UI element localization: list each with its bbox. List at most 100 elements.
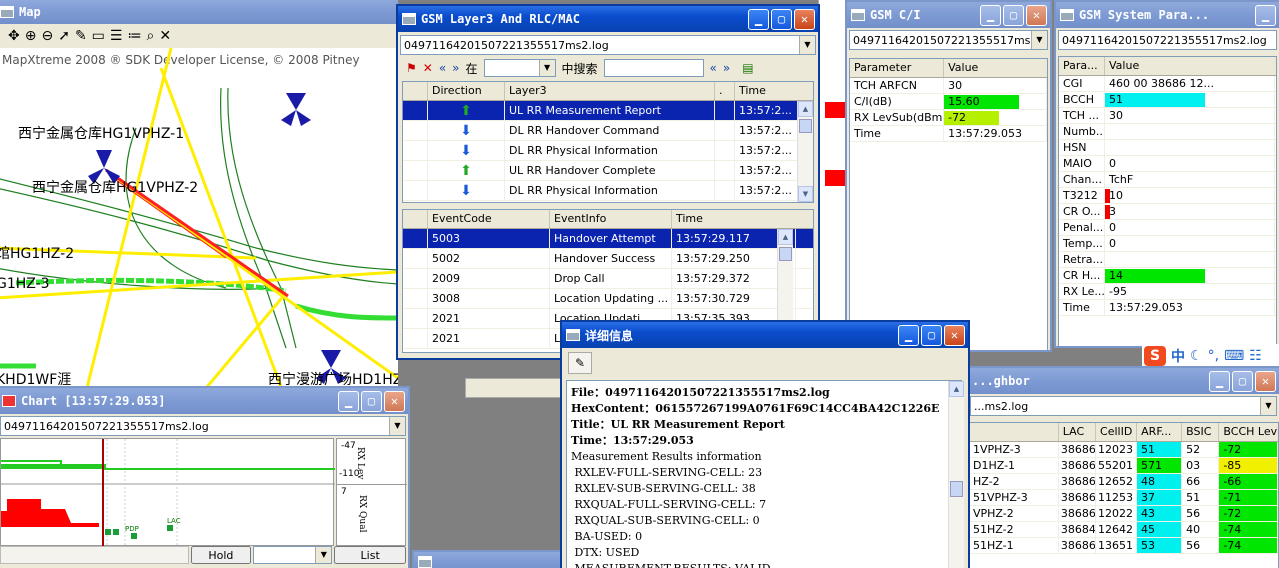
find-icon[interactable]: ⌕	[146, 28, 154, 44]
chart-plot[interactable]: PDP LAC	[1, 439, 335, 547]
col-event-time[interactable]: Time	[672, 210, 796, 228]
zoom-in-icon[interactable]: ⊕	[25, 28, 37, 44]
table-row[interactable]: CGI 460 00 38686 12...	[1059, 76, 1276, 92]
event-marker-icon[interactable]	[113, 529, 119, 535]
detail-titlebar[interactable]: 详细信息 ▁ ▢ ✕	[562, 322, 968, 348]
col-bcch-lev[interactable]: BCCH Lev	[1219, 423, 1278, 441]
chevron-down-icon[interactable]: ▼	[538, 60, 555, 76]
table-row[interactable]: 51HZ-1 38686 13651 53 56 -74	[969, 538, 1278, 554]
chevron-down-icon[interactable]: ▼	[1031, 31, 1047, 49]
table-row[interactable]: ⬆ UL RR Handover Complete 13:57:2...	[403, 161, 813, 181]
col-lac[interactable]: LAC	[1059, 423, 1097, 441]
chevron-down-icon[interactable]: ▼	[389, 417, 405, 435]
table-row[interactable]: RX LevSub(dBm) -72	[850, 110, 1047, 126]
scroll-thumb[interactable]	[779, 247, 792, 261]
col-bsic[interactable]: BSIC	[1182, 423, 1220, 441]
minimize-button[interactable]: ▁	[980, 4, 1001, 26]
layer3-titlebar[interactable]: GSM Layer3 And RLC/MAC ▁ ▢ ✕	[398, 6, 818, 32]
maximize-button[interactable]: ▢	[361, 390, 382, 412]
table-row[interactable]: HZ-2 38686 12652 48 66 -66	[969, 474, 1278, 490]
table-row[interactable]: ⬇ DL RR Physical Information 13:57:2...	[403, 141, 813, 161]
scroll-up-icon[interactable]: ▲	[778, 229, 793, 245]
chevron-down-icon[interactable]: ▼	[1260, 397, 1276, 415]
close-button[interactable]: ✕	[944, 324, 965, 346]
table-row[interactable]: 3008 Location Updating ... 13:57:30.729	[403, 289, 813, 309]
col-parameter[interactable]: Parameter	[850, 59, 945, 77]
pin-icon[interactable]: ✎	[568, 352, 592, 374]
table-row[interactable]: VPHZ-2 38686 12022 43 56 -72	[969, 506, 1278, 522]
search-input[interactable]	[603, 59, 704, 77]
table-row[interactable]: ⬇ DL RR Physical Information 13:57:2...	[403, 181, 813, 201]
chart-hscroll[interactable]	[0, 546, 190, 564]
sysparam-titlebar[interactable]: GSM System Para... ▁	[1056, 2, 1279, 28]
detail-scrollbar[interactable]: ▲	[948, 381, 964, 568]
table-row[interactable]: Time 13:57:29.053	[850, 126, 1047, 142]
col-value[interactable]: Value	[944, 59, 1047, 77]
scroll-up-icon[interactable]: ▲	[949, 381, 964, 397]
table-row[interactable]: CR H... 14	[1059, 268, 1276, 284]
table-row[interactable]: C/I(dB) 15.60	[850, 94, 1047, 110]
table-row[interactable]: TCH ARFCN 30	[850, 78, 1047, 94]
menu-icon[interactable]: ☷	[1249, 348, 1262, 364]
col-value[interactable]: Value	[1105, 57, 1275, 75]
table-row[interactable]: D1HZ-1 38686 55201 571 03 -85	[969, 458, 1278, 474]
table-row[interactable]: Chan... TchF	[1059, 172, 1276, 188]
clear-icon[interactable]: ✕	[159, 28, 171, 44]
map-titlebar[interactable]: Map	[0, 0, 398, 24]
maximize-button[interactable]: ▢	[921, 324, 942, 346]
search-prev-icon[interactable]: «	[710, 61, 717, 75]
table-row[interactable]: 2009 Drop Call 13:57:29.372	[403, 269, 813, 289]
select-arrow-icon[interactable]: ➚	[58, 28, 70, 44]
maximize-button[interactable]: ▢	[771, 8, 792, 30]
next-icon[interactable]: »	[452, 61, 459, 75]
table-row[interactable]: 5002 Handover Success 13:57:29.250	[403, 249, 813, 269]
event-marker-icon[interactable]	[105, 529, 111, 535]
col-event-info[interactable]: EventInfo	[550, 210, 672, 228]
chevron-down-icon[interactable]: ▼	[799, 36, 815, 54]
scroll-thumb[interactable]	[950, 481, 963, 497]
col-param[interactable]: Para...	[1059, 57, 1105, 75]
col-layer3[interactable]: Layer3	[505, 82, 715, 100]
chevron-down-icon[interactable]: ▼	[315, 547, 332, 563]
prev-icon[interactable]: «	[439, 61, 446, 75]
chart-titlebar[interactable]: Chart [13:57:29.053] ▁ ▢ ✕	[0, 388, 408, 414]
open-folder-icon[interactable]: ▭	[92, 28, 105, 44]
scroll-down-icon[interactable]: ▼	[798, 186, 813, 202]
filter-flag-icon[interactable]: ⚑	[406, 61, 417, 75]
map-canvas[interactable]: MapXtreme 2008 ® SDK Developer License, …	[0, 48, 398, 400]
table-row[interactable]: BCCH 51	[1059, 92, 1276, 108]
ci-titlebar[interactable]: GSM C/I ▁ ▢ ✕	[847, 2, 1050, 28]
close-button[interactable]: ✕	[1255, 370, 1276, 392]
table-row[interactable]: RX Le... -95	[1059, 284, 1276, 300]
fragment-titlebar[interactable]	[414, 552, 560, 568]
zoom-out-icon[interactable]: ⊖	[41, 28, 53, 44]
col-time[interactable]: Time	[735, 82, 805, 100]
sogou-logo-icon[interactable]: S	[1144, 346, 1166, 366]
table-row[interactable]: 5003 Handover Attempt 13:57:29.117	[403, 229, 813, 249]
table-row[interactable]: MAIO 0	[1059, 156, 1276, 172]
table-row[interactable]: 51VPHZ-3 38686 11253 37 51 -71	[969, 490, 1278, 506]
layer3-scrollbar[interactable]: ▲ ▼	[797, 101, 813, 202]
maximize-button[interactable]: ▢	[1003, 4, 1024, 26]
delete-icon[interactable]: ✕	[423, 61, 433, 75]
scroll-up-icon[interactable]: ▲	[798, 101, 813, 117]
minimize-button[interactable]: ▁	[338, 390, 359, 412]
table-row[interactable]: Penal... 0	[1059, 220, 1276, 236]
search-scope-select[interactable]: ▼	[483, 59, 556, 77]
chart-area[interactable]: PDP LAC	[0, 438, 335, 547]
ime-lang-toggle[interactable]: 中	[1171, 346, 1185, 366]
sysparam-file-select[interactable]: 04971164201507221355517ms2.log	[1058, 30, 1277, 50]
col-name[interactable]	[969, 423, 1059, 441]
col-cellid[interactable]: CellID	[1096, 423, 1138, 441]
table-row[interactable]: HSN	[1059, 140, 1276, 156]
minimize-button[interactable]: ▁	[1255, 4, 1276, 26]
table-row[interactable]: Numb...	[1059, 124, 1276, 140]
table-row[interactable]: Retra...	[1059, 252, 1276, 268]
col-event-code[interactable]: EventCode	[428, 210, 550, 228]
moon-icon[interactable]: ☾	[1190, 348, 1203, 364]
table-row[interactable]: Temp... 0	[1059, 236, 1276, 252]
scroll-thumb[interactable]	[799, 119, 812, 133]
chart-mode-select[interactable]: ▼	[252, 546, 333, 564]
close-button[interactable]: ✕	[1026, 4, 1047, 26]
table-row[interactable]: TCH ... 30	[1059, 108, 1276, 124]
